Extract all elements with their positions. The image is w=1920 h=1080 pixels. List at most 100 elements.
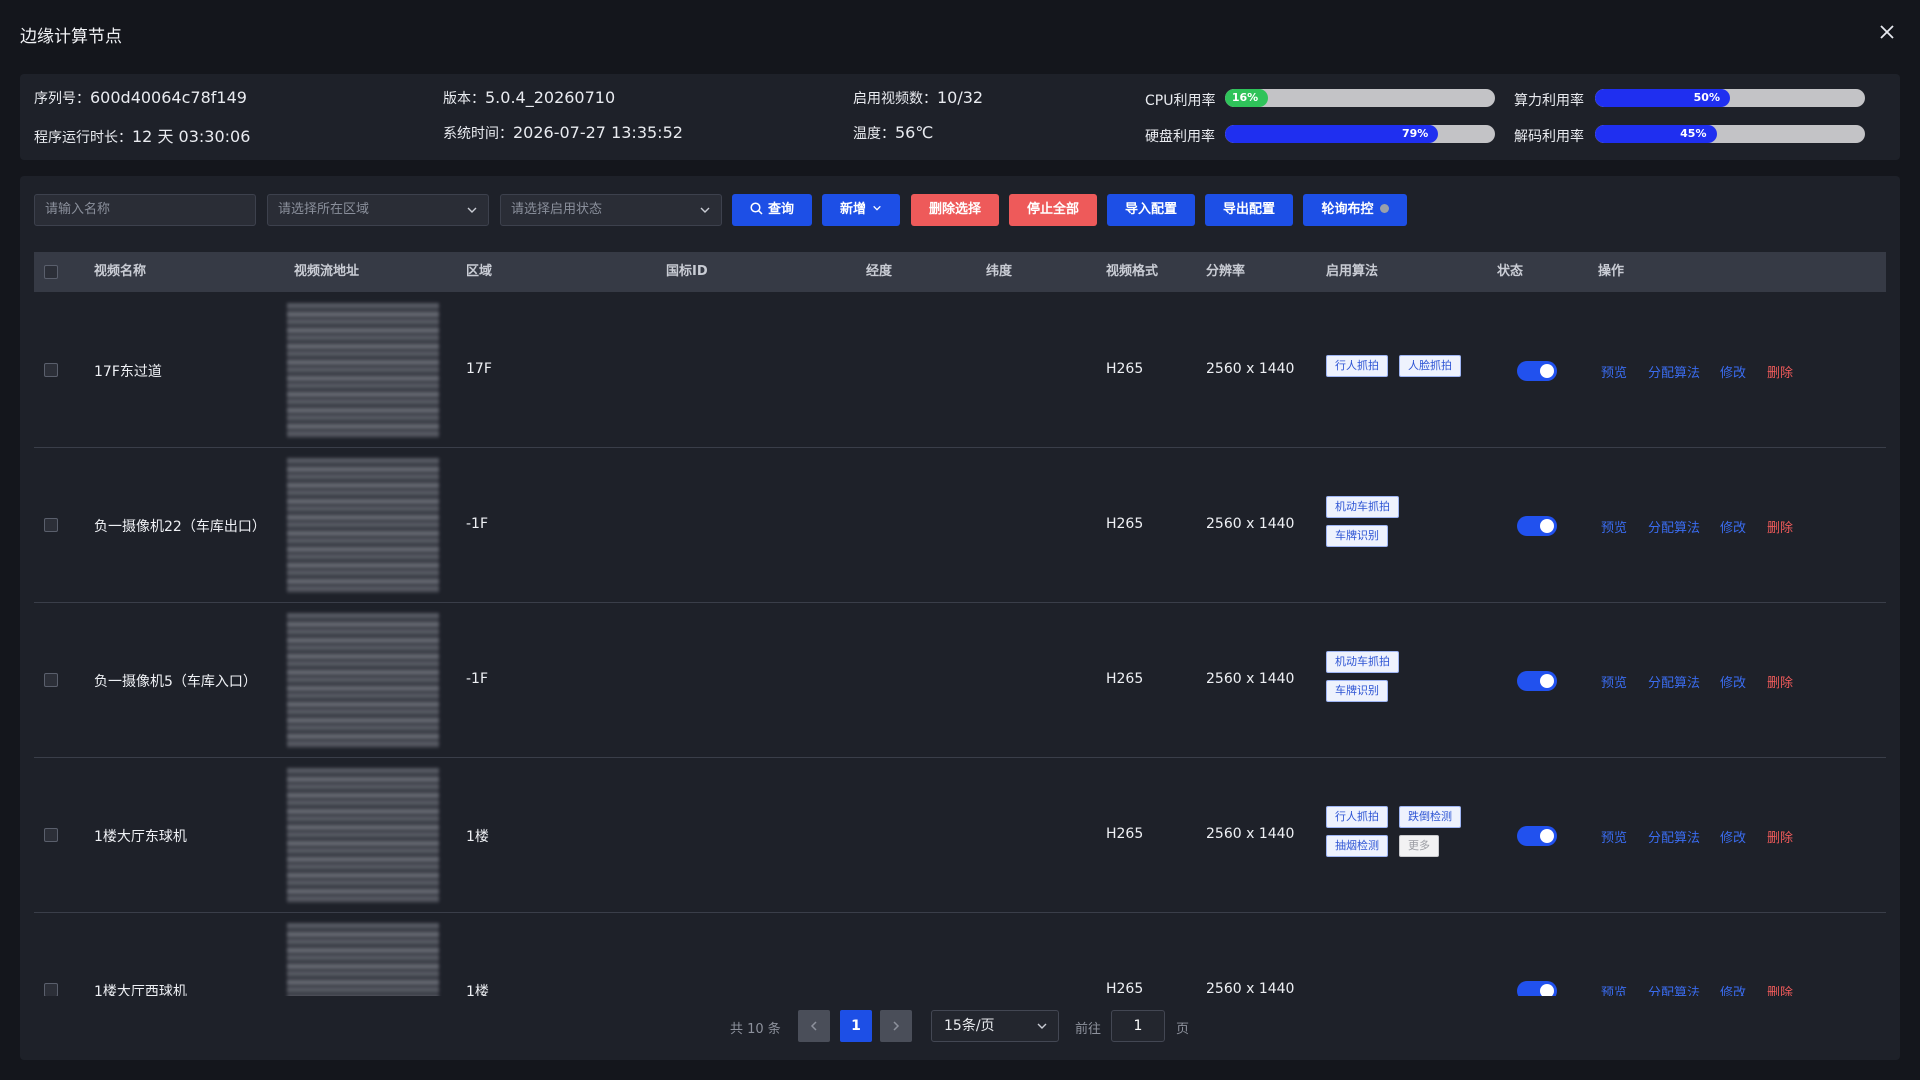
toolbar: 请输入名称 请选择所在区域 请选择启用状态 查询 新增 删除选择 停止全部 导入… [34, 194, 1874, 226]
close-icon[interactable] [1876, 21, 1898, 43]
enable-toggle[interactable] [1517, 671, 1557, 691]
row-region: -1F [466, 516, 489, 532]
delete-link[interactable]: 删除 [1767, 672, 1793, 691]
page-size-value: 15条/页 [944, 1018, 995, 1034]
stream-url-redacted [287, 303, 439, 438]
enable-toggle[interactable] [1517, 826, 1557, 846]
query-button[interactable]: 查询 [732, 194, 812, 226]
page-number[interactable]: 1 [840, 1010, 872, 1042]
status-select[interactable]: 请选择启用状态 [500, 194, 722, 226]
chevron-right-icon [893, 1021, 900, 1031]
row-checkbox[interactable] [44, 828, 58, 842]
compute-meter-text: 50% [1693, 91, 1720, 104]
decode-meter: 45% [1595, 125, 1865, 143]
col-status: 状态 [1497, 264, 1524, 279]
row-checkbox[interactable] [44, 363, 58, 377]
cpu-meter-text: 16% [1231, 91, 1259, 104]
edit-link[interactable]: 修改 [1720, 362, 1746, 381]
delete-link[interactable]: 删除 [1767, 362, 1793, 381]
row-checkbox[interactable] [44, 983, 58, 996]
row-checkbox[interactable] [44, 673, 58, 687]
row-region: 1楼 [466, 984, 489, 996]
enable-toggle[interactable] [1517, 361, 1557, 381]
preview-link[interactable]: 预览 [1601, 362, 1627, 381]
uptime-label: 程序运行时长： [34, 130, 132, 146]
patrol-control-button[interactable]: 轮询布控 [1303, 194, 1407, 226]
row-resolution: 2560 x 1440 [1206, 981, 1295, 996]
algorithm-tag: 跌倒检测 [1399, 806, 1461, 828]
window-title: 边缘计算节点 [20, 27, 122, 47]
row-name: 1楼大厅东球机 [94, 829, 187, 845]
temperature: 温度：56℃ [853, 123, 933, 143]
search-icon [750, 202, 763, 215]
stop-all-button[interactable]: 停止全部 [1009, 194, 1097, 226]
main-panel: 请输入名称 请选择所在区域 请选择启用状态 查询 新增 删除选择 停止全部 导入… [20, 176, 1900, 1060]
preview-link[interactable]: 预览 [1601, 672, 1627, 691]
algorithm-tag: 机动车抓拍 [1326, 496, 1399, 518]
table-row: 1楼大厅西球机 1楼 H265 2560 x 1440 预览 分配算法 修改 删… [34, 913, 1886, 996]
decode-meter-label: 解码利用率 [1514, 129, 1584, 145]
edit-link[interactable]: 修改 [1720, 517, 1746, 536]
region-select[interactable]: 请选择所在区域 [267, 194, 489, 226]
enable-toggle[interactable] [1517, 981, 1557, 996]
uptime-value: 12 天 03:30:06 [132, 127, 251, 146]
preview-link[interactable]: 预览 [1601, 982, 1627, 996]
title-bar: 边缘计算节点 [0, 0, 1920, 64]
edit-link[interactable]: 修改 [1720, 982, 1746, 996]
assign-algorithm-link[interactable]: 分配算法 [1648, 672, 1700, 691]
disk-meter-text: 79% [1401, 127, 1429, 140]
row-region: 1楼 [466, 829, 489, 845]
assign-algorithm-link[interactable]: 分配算法 [1648, 827, 1700, 846]
delete-link[interactable]: 删除 [1767, 827, 1793, 846]
row-resolution: 2560 x 1440 [1206, 361, 1295, 377]
pagination: 共 10 条 1 15条/页 前往 1 页 [20, 1006, 1900, 1046]
col-url: 视频流地址 [294, 264, 360, 279]
algorithm-tag: 行人抓拍 [1326, 806, 1388, 828]
row-name: 1楼大厅西球机 [94, 984, 187, 996]
stream-url-redacted [287, 613, 439, 748]
algorithm-tag: 车牌识别 [1326, 525, 1388, 547]
compute-meter-label: 算力利用率 [1514, 93, 1584, 109]
page-size-select[interactable]: 15条/页 [931, 1010, 1059, 1042]
more-tags-button[interactable]: 更多 [1399, 835, 1439, 857]
add-button[interactable]: 新增 [822, 194, 900, 226]
preview-link[interactable]: 预览 [1601, 827, 1627, 846]
row-checkbox[interactable] [44, 518, 58, 532]
serial-label: 序列号： [34, 91, 90, 107]
algorithm-tag: 行人抓拍 [1326, 355, 1388, 377]
export-config-button[interactable]: 导出配置 [1205, 194, 1293, 226]
prev-page-button[interactable] [798, 1010, 830, 1042]
algorithm-tag: 抽烟检测 [1326, 835, 1388, 857]
edit-link[interactable]: 修改 [1720, 827, 1746, 846]
col-region: 区域 [466, 264, 493, 279]
assign-algorithm-link[interactable]: 分配算法 [1648, 362, 1700, 381]
enable-toggle[interactable] [1517, 516, 1557, 536]
import-config-button[interactable]: 导入配置 [1107, 194, 1195, 226]
cpu-meter: 16% [1225, 89, 1495, 107]
goto-page-input[interactable]: 1 [1111, 1010, 1165, 1042]
select-all-checkbox[interactable] [44, 265, 58, 279]
row-format: H265 [1106, 671, 1144, 687]
system-time: 系统时间：2026-07-27 13:35:52 [443, 123, 683, 143]
preview-link[interactable]: 预览 [1601, 517, 1627, 536]
row-name: 17F东过道 [94, 364, 162, 380]
assign-algorithm-link[interactable]: 分配算法 [1648, 982, 1700, 996]
delete-selected-button[interactable]: 删除选择 [911, 194, 999, 226]
col-gb-id: 国标ID [666, 264, 708, 279]
algorithm-tag: 人脸抓拍 [1399, 355, 1461, 377]
delete-link[interactable]: 删除 [1767, 517, 1793, 536]
row-resolution: 2560 x 1440 [1206, 671, 1295, 687]
chevron-down-icon [873, 205, 881, 211]
table-row: 负一摄像机5（车库入口） -1F H265 2560 x 1440 机动车抓拍 … [34, 603, 1886, 758]
query-button-label: 查询 [767, 202, 794, 217]
name-search-input[interactable]: 请输入名称 [34, 194, 256, 226]
status-dot-icon [1379, 204, 1389, 213]
uptime: 程序运行时长：12 天 03:30:06 [34, 123, 250, 147]
next-page-button[interactable] [880, 1010, 912, 1042]
edit-link[interactable]: 修改 [1720, 672, 1746, 691]
assign-algorithm-link[interactable]: 分配算法 [1648, 517, 1700, 536]
row-name: 负一摄像机22（车库出口） [94, 519, 266, 535]
row-format: H265 [1106, 516, 1144, 532]
delete-link[interactable]: 删除 [1767, 982, 1793, 996]
temp-label: 温度： [853, 126, 895, 142]
